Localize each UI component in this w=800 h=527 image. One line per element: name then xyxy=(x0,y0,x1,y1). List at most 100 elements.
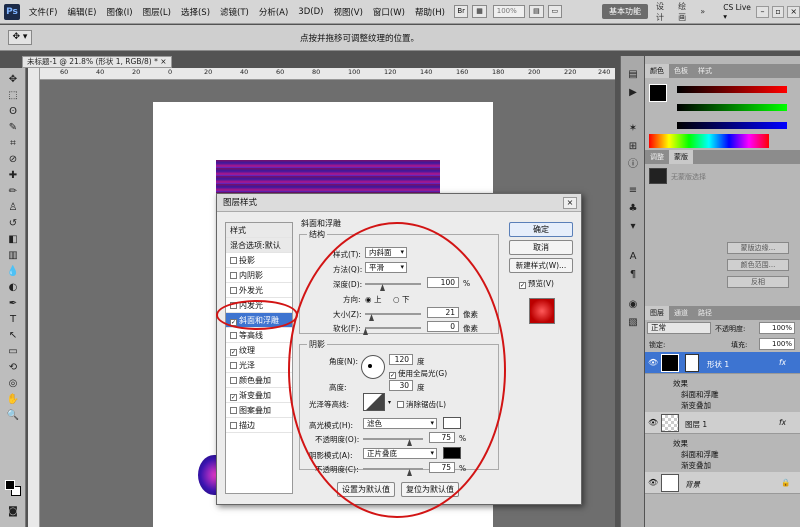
minimize-icon[interactable]: – xyxy=(756,5,769,18)
checkbox-icon[interactable] xyxy=(230,407,237,414)
menu-help[interactable]: 帮助(H) xyxy=(410,6,450,18)
style-item[interactable]: 内阴影 xyxy=(226,268,292,283)
menu-select[interactable]: 选择(S) xyxy=(176,6,215,18)
move-tool-preset-icon[interactable]: ✥ ▾ xyxy=(8,30,32,45)
highlight-opacity-slider[interactable] xyxy=(363,438,423,440)
tab-adjustments[interactable]: 调整 xyxy=(645,150,669,164)
styles-header[interactable]: 样式 xyxy=(226,223,292,238)
tab-swatches[interactable]: 色板 xyxy=(669,64,693,78)
direction-up-radio[interactable]: ◉ 上 xyxy=(365,294,381,305)
checkbox-icon[interactable] xyxy=(230,377,237,384)
angle-dial[interactable] xyxy=(361,355,385,379)
depth-slider[interactable] xyxy=(365,283,421,285)
blend-mode-select[interactable]: 正常 xyxy=(647,322,711,334)
checkbox-icon[interactable] xyxy=(230,332,237,339)
menu-image[interactable]: 图像(I) xyxy=(101,6,137,18)
checkbox-icon[interactable]: ✓ xyxy=(230,349,237,356)
arrange-documents-button[interactable]: ▤ xyxy=(529,5,544,18)
layer-row[interactable]: 👁 图层 1 fx xyxy=(645,412,800,434)
checkbox-icon[interactable] xyxy=(230,257,237,264)
shadow-opacity-thumb[interactable] xyxy=(407,469,412,476)
highlight-color-swatch[interactable] xyxy=(443,417,461,429)
workspace-painting[interactable]: 绘画 xyxy=(678,1,692,23)
eye-icon[interactable]: 👁 xyxy=(648,478,658,487)
checkbox-icon[interactable] xyxy=(230,362,237,369)
tab-paths[interactable]: 路径 xyxy=(693,306,717,320)
actions-panel-icon[interactable]: ▶ xyxy=(625,86,641,100)
invert-button[interactable]: 反相 xyxy=(727,276,789,288)
shape-tool-icon[interactable]: ▭ xyxy=(4,344,22,360)
menu-3d[interactable]: 3D(D) xyxy=(293,7,328,17)
workspace-more-icon[interactable]: » xyxy=(700,7,705,16)
style-item[interactable]: 投影 xyxy=(226,253,292,268)
technique-select[interactable]: 平滑 xyxy=(365,262,407,273)
soften-slider[interactable] xyxy=(365,327,421,329)
lasso-tool-icon[interactable]: ʘ xyxy=(4,104,22,120)
3d-panel-icon[interactable]: ✶ xyxy=(625,122,641,136)
measure-panel-icon[interactable]: ⊞ xyxy=(625,140,641,154)
checkbox-icon[interactable]: ✓ xyxy=(230,319,237,326)
opacity-field[interactable]: 100% xyxy=(759,322,795,334)
3d-rotate-tool-icon[interactable]: ⟲ xyxy=(4,360,22,376)
style-item[interactable]: 描边 xyxy=(226,418,292,433)
antialias-checkbox[interactable]: 消除锯齿(L) xyxy=(397,399,446,410)
blue-slider[interactable] xyxy=(677,122,787,129)
tab-masks[interactable]: 蒙版 xyxy=(669,150,693,164)
preview-checkbox[interactable]: ✓ 预览(V) xyxy=(519,278,554,289)
style-item[interactable]: ✓ 斜面和浮雕 xyxy=(226,313,292,328)
quick-select-tool-icon[interactable]: ✎ xyxy=(4,120,22,136)
style-item[interactable]: 内发光 xyxy=(226,298,292,313)
dodge-tool-icon[interactable]: ◐ xyxy=(4,280,22,296)
type-tool-icon[interactable]: T xyxy=(4,312,22,328)
tab-color[interactable]: 颜色 xyxy=(645,64,669,78)
color-range-button[interactable]: 颜色范围... xyxy=(727,259,789,271)
view-extras-button[interactable]: ▦ xyxy=(472,5,487,18)
global-light-checkbox[interactable]: ✓ 使用全局光(G) xyxy=(389,368,447,379)
document-tab[interactable]: 未标题-1 @ 21.8% (形状 1, RGB/8) * × xyxy=(22,56,172,68)
layer-name[interactable]: 背景 xyxy=(685,479,700,490)
close-icon[interactable]: × xyxy=(787,5,800,18)
soften-field[interactable]: 0 xyxy=(427,321,459,332)
hand-tool-icon[interactable]: ✋ xyxy=(4,392,22,408)
checkbox-icon[interactable] xyxy=(230,302,237,309)
blur-tool-icon[interactable]: 💧 xyxy=(4,264,22,280)
move-tool-icon[interactable]: ✥ xyxy=(4,72,22,88)
crop-tool-icon[interactable]: ⌗ xyxy=(4,136,22,152)
fill-field[interactable]: 100% xyxy=(759,338,795,350)
style-item-blending[interactable]: 混合选项:默认 xyxy=(226,238,292,253)
clone-source-panel-icon[interactable]: ♣ xyxy=(625,202,641,216)
color-foreground-swatch[interactable] xyxy=(649,84,667,102)
highlight-mode-select[interactable]: 滤色 xyxy=(363,418,437,429)
gloss-contour-picker[interactable] xyxy=(363,393,385,411)
masks-panel-icon[interactable]: ◉ xyxy=(625,298,641,312)
info-panel-icon[interactable]: ⓘ xyxy=(625,158,641,172)
menu-file[interactable]: 文件(F) xyxy=(24,6,63,18)
brush-tool-icon[interactable]: ✏ xyxy=(4,184,22,200)
fx-icon[interactable]: fx xyxy=(779,358,786,367)
tab-channels[interactable]: 通道 xyxy=(669,306,693,320)
bevel-style-select[interactable]: 内斜面 xyxy=(365,247,407,258)
new-style-button[interactable]: 新建样式(W)... xyxy=(509,258,573,273)
menu-view[interactable]: 视图(V) xyxy=(328,6,367,18)
checkbox-icon[interactable] xyxy=(230,422,237,429)
path-select-tool-icon[interactable]: ↖ xyxy=(4,328,22,344)
history-brush-tool-icon[interactable]: ↺ xyxy=(4,216,22,232)
menu-analysis[interactable]: 分析(A) xyxy=(254,6,293,18)
clone-stamp-tool-icon[interactable]: ♙ xyxy=(4,200,22,216)
layer-row[interactable]: 👁 形状 1 fx xyxy=(645,352,800,374)
style-item[interactable]: 图案叠加 xyxy=(226,403,292,418)
brushes-panel-icon[interactable]: ≡ xyxy=(625,184,641,198)
maximize-icon[interactable]: ▫ xyxy=(771,5,785,18)
cancel-button[interactable]: 取消 xyxy=(509,240,573,255)
green-slider[interactable] xyxy=(677,104,787,111)
red-slider[interactable] xyxy=(677,86,787,93)
foreground-color-swatch[interactable] xyxy=(5,480,15,490)
cs-live-button[interactable]: CS Live ▾ xyxy=(723,3,753,21)
checkbox-icon[interactable] xyxy=(230,287,237,294)
layer-name[interactable]: 形状 1 xyxy=(707,359,729,370)
character-panel-icon[interactable]: A xyxy=(625,250,641,264)
shadow-color-swatch[interactable] xyxy=(443,447,461,459)
zoom-level-select[interactable]: 100% xyxy=(492,5,526,18)
tab-styles[interactable]: 样式 xyxy=(693,64,717,78)
menu-filter[interactable]: 滤镜(T) xyxy=(215,6,254,18)
